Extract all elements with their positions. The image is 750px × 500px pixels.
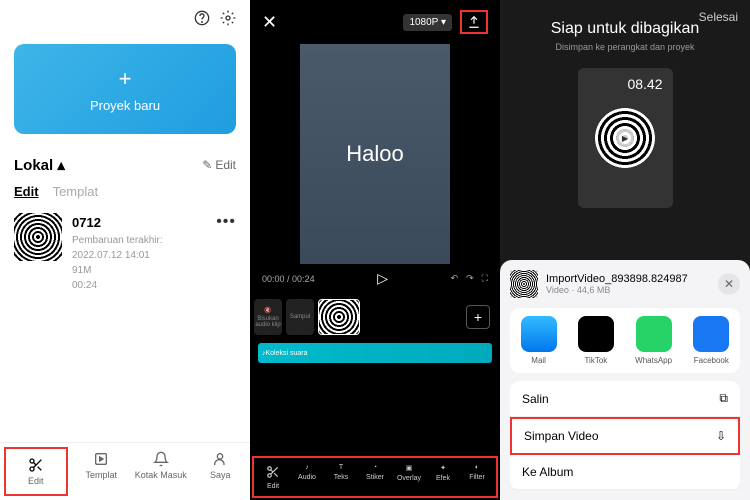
- project-title: 0712: [72, 213, 206, 233]
- project-duration: 00:24: [72, 278, 206, 293]
- upload-icon: [467, 15, 481, 29]
- plus-icon: +: [119, 66, 132, 92]
- tab-template[interactable]: Templat: [53, 184, 99, 199]
- sheet-filemeta: Video · 44,6 MB: [546, 285, 710, 295]
- app-tiktok[interactable]: TikTok: [578, 316, 614, 365]
- help-icon[interactable]: [194, 10, 210, 26]
- add-clip-button[interactable]: +: [466, 305, 490, 329]
- sheet-info: ImportVideo_893898.824987 Video · 44,6 M…: [546, 273, 710, 295]
- sheet-filename: ImportVideo_893898.824987: [546, 273, 710, 285]
- tool-overlay[interactable]: ▣Overlay: [392, 464, 426, 490]
- action-salin[interactable]: Salin⧉: [510, 381, 740, 417]
- time-current: 00:00 / 00:24: [262, 274, 315, 284]
- filter-icon: ◐: [475, 464, 479, 471]
- user-icon: [212, 451, 228, 467]
- project-thumbnail: [14, 213, 62, 261]
- local-row: Lokal ▴ ✎ Edit: [0, 142, 250, 180]
- more-icon[interactable]: •••: [216, 213, 236, 231]
- download-icon: ⇩: [716, 429, 726, 443]
- editor-panel: ✕ 1080P ▾ Haloo 00:00 / 00:24 ▷ ↶ ↷ ⛶ 🔇B…: [250, 0, 500, 500]
- editor-header: ✕ 1080P ▾: [250, 0, 500, 44]
- home-panel: + Proyek baru Lokal ▴ ✎ Edit Edit Templa…: [0, 0, 250, 500]
- project-info: 0712 Pembaruan terakhir: 2022.07.12 14:0…: [72, 213, 206, 293]
- project-size: 91M: [72, 263, 206, 278]
- text-icon: T: [339, 464, 343, 471]
- bottom-nav: Edit Templat Kotak Masuk Saya: [0, 442, 250, 500]
- audio-track[interactable]: ♪ Koleksi suara: [258, 343, 492, 363]
- tiktok-icon: [578, 316, 614, 352]
- action-album[interactable]: Ke Album: [510, 455, 740, 490]
- tool-filter[interactable]: ◐Filter: [460, 464, 494, 490]
- tool-efek[interactable]: ✦Efek: [426, 464, 460, 490]
- new-project-label: Proyek baru: [90, 98, 160, 113]
- video-preview[interactable]: Haloo: [300, 44, 450, 264]
- play-icon: ▶: [616, 129, 634, 147]
- nav-edit[interactable]: Edit: [4, 447, 68, 496]
- share-preview[interactable]: 08.42 ▶: [578, 68, 673, 208]
- tabs: Edit Templat: [0, 180, 250, 209]
- tab-edit[interactable]: Edit: [14, 184, 39, 199]
- action-list: Salin⧉ Simpan Video⇩ Ke Album: [510, 381, 740, 490]
- fullscreen-icon[interactable]: ⛶: [482, 273, 488, 284]
- nav-templat[interactable]: Templat: [72, 443, 132, 500]
- nav-me[interactable]: Saya: [191, 443, 251, 500]
- preview-time: 08.42: [627, 76, 662, 92]
- facebook-icon: [693, 316, 729, 352]
- export-button[interactable]: [460, 10, 488, 34]
- tool-teks[interactable]: TTeks: [324, 464, 358, 490]
- text-overlay: Haloo: [346, 141, 403, 167]
- whatsapp-icon: [636, 316, 672, 352]
- sheet-header: ImportVideo_893898.824987 Video · 44,6 M…: [510, 270, 740, 308]
- scissors-icon: [28, 457, 44, 473]
- sparkle-icon: ✦: [440, 464, 446, 472]
- timeline-clip[interactable]: [318, 299, 360, 335]
- done-button[interactable]: Selesai: [699, 10, 738, 24]
- sticker-icon: ◔: [373, 464, 377, 471]
- resolution-badge[interactable]: 1080P ▾: [403, 14, 452, 31]
- project-row[interactable]: 0712 Pembaruan terakhir: 2022.07.12 14:0…: [0, 209, 250, 297]
- overlay-icon: ▣: [406, 464, 413, 472]
- share-apps: Mail TikTok WhatsApp Facebook: [510, 308, 740, 373]
- app-facebook[interactable]: Facebook: [693, 316, 729, 365]
- scissors-icon: [266, 464, 280, 480]
- settings-icon[interactable]: [220, 10, 236, 26]
- tool-audio[interactable]: ♪Audio: [290, 464, 324, 490]
- preview-thumb: ▶: [595, 108, 655, 168]
- cover-button[interactable]: Sampul: [286, 299, 314, 335]
- share-header: Siap untuk dibagikan Disimpan ke perangk…: [500, 0, 750, 224]
- edit-link[interactable]: ✎ Edit: [202, 158, 236, 172]
- header: [0, 0, 250, 36]
- toolbar: Edit ♪Audio TTeks ◔Stiker ▣Overlay ✦Efek…: [252, 456, 498, 498]
- bell-icon: [153, 451, 169, 467]
- timeline-row: 🔇Bisukan audio klip Sampul +: [250, 293, 500, 341]
- app-whatsapp[interactable]: WhatsApp: [635, 316, 672, 365]
- progress-row: 00:00 / 00:24 ▷ ↶ ↷ ⛶: [250, 264, 500, 293]
- close-icon[interactable]: ✕: [262, 12, 277, 33]
- share-subtitle: Disimpan ke perangkat dan proyek: [510, 42, 740, 52]
- new-project-button[interactable]: + Proyek baru: [14, 44, 236, 134]
- local-heading[interactable]: Lokal ▴: [14, 156, 65, 174]
- share-panel: Selesai Siap untuk dibagikan Disimpan ke…: [500, 0, 750, 500]
- template-icon: [93, 451, 109, 467]
- share-sheet: ImportVideo_893898.824987 Video · 44,6 M…: [500, 260, 750, 500]
- mail-icon: [521, 316, 557, 352]
- mute-button[interactable]: 🔇Bisukan audio klip: [254, 299, 282, 335]
- music-icon: ♪: [305, 464, 309, 471]
- play-icon[interactable]: ▷: [377, 270, 388, 287]
- controls-right: ↶ ↷ ⛶: [451, 273, 488, 284]
- sheet-thumb: [510, 270, 538, 298]
- action-simpan[interactable]: Simpan Video⇩: [510, 417, 740, 455]
- undo-icon[interactable]: ↶: [451, 273, 459, 284]
- nav-inbox[interactable]: Kotak Masuk: [131, 443, 191, 500]
- tool-stiker[interactable]: ◔Stiker: [358, 464, 392, 490]
- close-icon[interactable]: ✕: [718, 273, 740, 295]
- project-updated: Pembaruan terakhir: 2022.07.12 14:01: [72, 233, 206, 263]
- tool-edit[interactable]: Edit: [256, 464, 290, 490]
- app-mail[interactable]: Mail: [521, 316, 557, 365]
- redo-icon[interactable]: ↷: [466, 273, 474, 284]
- copy-icon: ⧉: [719, 391, 728, 406]
